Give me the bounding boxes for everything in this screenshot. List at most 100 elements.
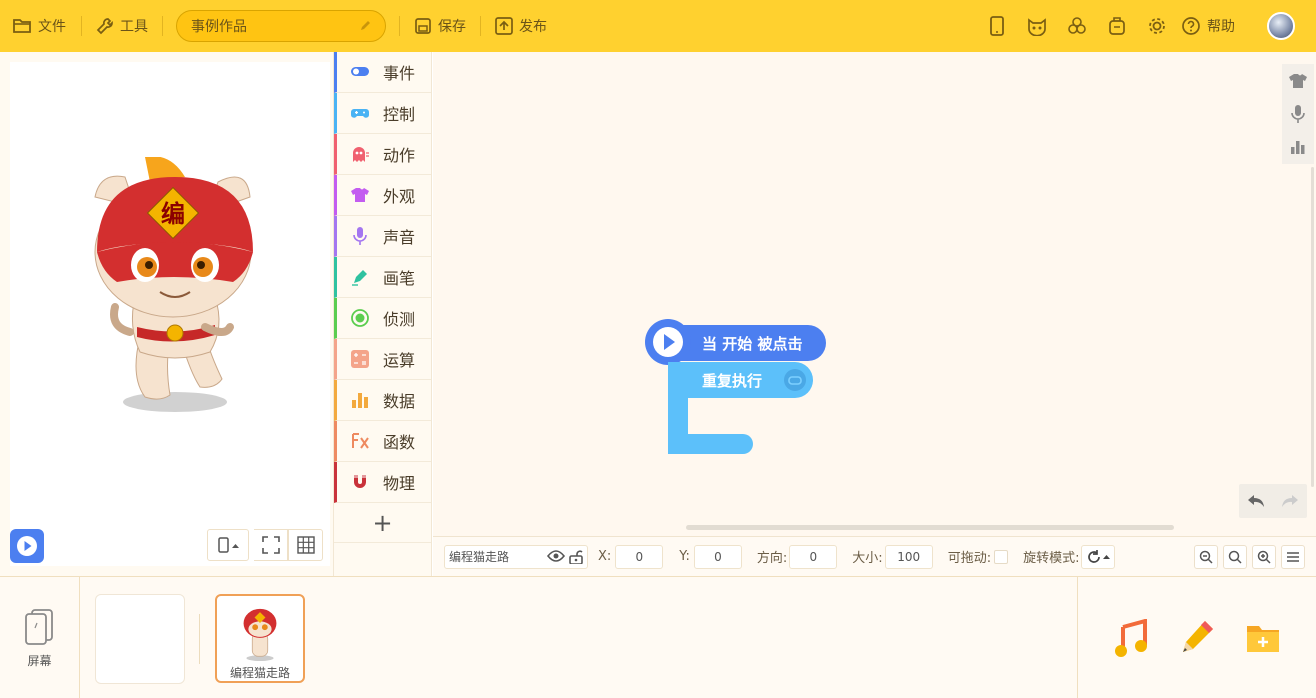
vertical-scrollbar[interactable] — [1311, 167, 1314, 487]
user-avatar[interactable] — [1267, 12, 1295, 40]
screen-tab[interactable]: 屏幕 — [0, 577, 80, 698]
file-label: 文件 — [38, 19, 66, 35]
target-icon — [351, 309, 369, 327]
unlock-icon[interactable] — [569, 549, 583, 564]
zoom-in-button[interactable] — [1252, 544, 1276, 569]
extensions-button[interactable] — [1057, 0, 1097, 52]
undo-redo-group — [1239, 484, 1307, 518]
repeat-block[interactable]: 重复执行 — [668, 362, 813, 398]
sprite-thumbnail — [243, 608, 277, 662]
folder-add-icon[interactable] — [1245, 622, 1281, 654]
stage-canvas[interactable]: 编 — [10, 62, 330, 566]
undo-icon[interactable] — [1246, 493, 1266, 509]
sprite-properties-bar: 编程猫走路 X: 0 Y: 0 方向: 0 大小: 100 可拖动: 旋转模式: — [433, 536, 1316, 576]
category-calculator[interactable]: 运算 — [334, 339, 431, 380]
ghost-icon — [353, 147, 369, 162]
draggable-checkbox[interactable] — [994, 549, 1009, 564]
gamepad-icon — [351, 109, 369, 118]
y-label: Y: — [679, 549, 690, 564]
category-label: 控制 — [383, 105, 416, 124]
project-name-field[interactable]: 事例作品 — [176, 10, 386, 42]
cat-face-icon — [1028, 18, 1046, 36]
background-slot[interactable] — [95, 594, 185, 684]
eye-icon[interactable] — [547, 549, 565, 562]
folder-icon — [13, 19, 31, 33]
sprite-name-field[interactable]: 编程猫走路 — [444, 544, 588, 569]
hat-block[interactable]: 当 开始 被点击 — [645, 319, 826, 365]
repeat-block-foot — [668, 434, 753, 454]
sprite-card-label: 编程猫走路 — [229, 666, 290, 680]
category-gamepad[interactable]: 控制 — [334, 93, 431, 134]
pencil-icon — [361, 21, 370, 30]
shirt-icon — [351, 188, 369, 202]
repeat-block-label: 重复执行 — [702, 371, 763, 390]
tools-menu[interactable]: 工具 — [96, 0, 148, 52]
menu-button[interactable] — [1281, 544, 1305, 569]
category-list: 事件控制动作 外观 声音 画笔侦测运算数据 函数 物理 — [334, 52, 431, 503]
divider — [162, 16, 163, 36]
data-tool[interactable] — [1282, 130, 1314, 163]
size-label: 大小: — [852, 551, 883, 566]
gear-icon — [1149, 18, 1165, 34]
category-ghost[interactable]: 动作 — [334, 134, 431, 175]
slot-divider — [199, 614, 200, 664]
zoom-reset-button[interactable] — [1223, 544, 1247, 569]
mascot-button[interactable] — [1017, 0, 1057, 52]
paint-pencil-icon[interactable] — [1179, 619, 1215, 657]
backpack-icon — [1109, 17, 1125, 35]
zoom-out-icon — [1199, 550, 1213, 564]
sprite-name: 编程猫走路 — [449, 550, 510, 564]
save-button[interactable]: 保存 — [414, 0, 466, 52]
file-menu[interactable]: 文件 — [12, 0, 66, 52]
caret-up-icon — [231, 543, 239, 548]
sound-tool[interactable] — [1282, 97, 1314, 130]
help-button[interactable]: 帮助 — [1181, 0, 1235, 52]
zoom-reset-icon — [1228, 550, 1242, 564]
category-label: 运算 — [383, 351, 416, 370]
grid-toggle-button[interactable] — [288, 529, 323, 561]
category-toggle[interactable]: 事件 — [334, 52, 431, 93]
screen-label: 屏幕 — [27, 653, 52, 668]
circles-icon — [1068, 17, 1086, 34]
publish-label: 发布 — [519, 19, 547, 35]
script-workspace[interactable]: 当 开始 被点击 重复执行 — [433, 52, 1316, 536]
backpack-button[interactable] — [1097, 0, 1137, 52]
play-icon — [17, 536, 37, 556]
category-pen[interactable]: 画笔 — [334, 257, 431, 298]
y-input[interactable]: 0 — [693, 544, 742, 569]
costume-tool[interactable] — [1282, 64, 1314, 97]
category-function[interactable]: 函数 — [334, 421, 431, 462]
sprite-card[interactable]: 编程猫走路 — [215, 594, 305, 683]
horizontal-scrollbar[interactable] — [686, 525, 1174, 530]
calculator-icon — [351, 350, 369, 368]
category-microphone[interactable]: 声音 — [334, 216, 431, 257]
size-input[interactable]: 100 — [884, 544, 933, 569]
shirt-icon — [1289, 73, 1307, 88]
device-size-button[interactable] — [207, 529, 249, 561]
publish-button[interactable]: 发布 — [495, 0, 547, 52]
add-category-button[interactable]: + — [334, 503, 431, 543]
redo-icon[interactable] — [1280, 493, 1300, 509]
category-label: 侦测 — [383, 310, 416, 329]
category-target[interactable]: 侦测 — [334, 298, 431, 339]
x-input[interactable]: 0 — [615, 544, 664, 569]
category-magnet[interactable]: 物理 — [334, 462, 431, 503]
toggle-icon — [351, 67, 369, 76]
settings-button[interactable] — [1137, 0, 1177, 52]
rotation-mode-select[interactable] — [1081, 544, 1116, 569]
asset-panel: 屏幕 编程猫走路 — [0, 576, 1316, 698]
category-bar-chart[interactable]: 数据 — [334, 380, 431, 421]
music-icon[interactable] — [1113, 619, 1149, 657]
save-label: 保存 — [438, 19, 466, 35]
sprite-toggles — [547, 549, 583, 564]
category-shirt[interactable]: 外观 — [334, 175, 431, 216]
coding-cat-sprite[interactable]: 编 — [85, 157, 255, 417]
bar-chart-icon — [352, 393, 368, 408]
zoom-out-button[interactable] — [1194, 544, 1218, 569]
fullscreen-button[interactable] — [254, 529, 288, 561]
device-button[interactable] — [977, 0, 1017, 52]
run-button[interactable] — [10, 529, 44, 563]
direction-input[interactable]: 0 — [789, 544, 838, 569]
divider — [480, 16, 481, 36]
fullscreen-icon — [261, 536, 280, 554]
